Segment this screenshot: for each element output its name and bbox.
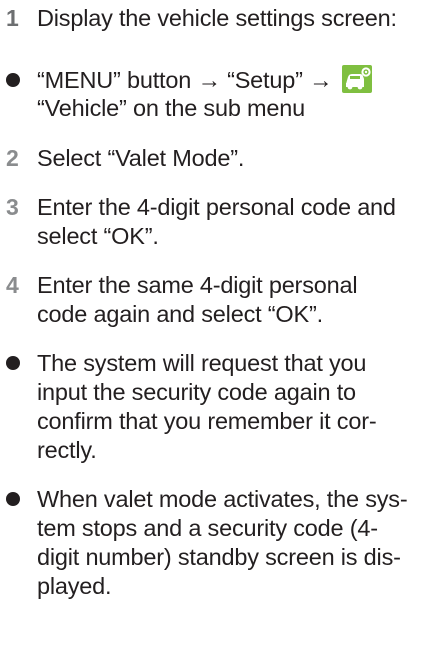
note-text-line: tem stops and a security code (4- [37, 515, 378, 541]
step-text-line: Display the vehicle settings screen: [37, 5, 397, 31]
note-text-line: digit number) standby screen is dis- [37, 544, 401, 570]
note-text-line: The system will request that you [37, 350, 367, 376]
step-text-line: Enter the same 4-digit personal [37, 272, 358, 298]
step-text-line: select “OK”. [37, 223, 159, 249]
menu-path-line: “MENU” button → “Setup” → [37, 67, 333, 93]
step-number: 4 [6, 272, 19, 298]
step-text-line: code again and select “OK”. [37, 301, 323, 327]
bullet-dot [6, 492, 20, 506]
step-number: 3 [6, 194, 19, 220]
note-text-line: rectly. [37, 437, 97, 463]
note-text-line: played. [37, 573, 112, 599]
bullet-dot [6, 356, 20, 370]
vehicle-settings-icon [342, 65, 372, 93]
note-text-line: input the security code again to [37, 379, 356, 405]
step-number: 1 [6, 5, 19, 31]
manual-page: 1 Display the vehicle settings screen: “… [0, 0, 424, 648]
step-text-line: Select “Valet Mode”. [37, 145, 245, 171]
step-text-line: Enter the 4-digit personal code and [37, 194, 396, 220]
menu-path-line: “Vehicle” on the sub menu [37, 95, 306, 121]
note-text-line: confirm that you remember it cor- [37, 408, 377, 434]
bullet-dot [6, 73, 20, 87]
note-text-line: When valet mode activates, the sys- [37, 486, 408, 512]
step-number: 2 [6, 145, 19, 171]
